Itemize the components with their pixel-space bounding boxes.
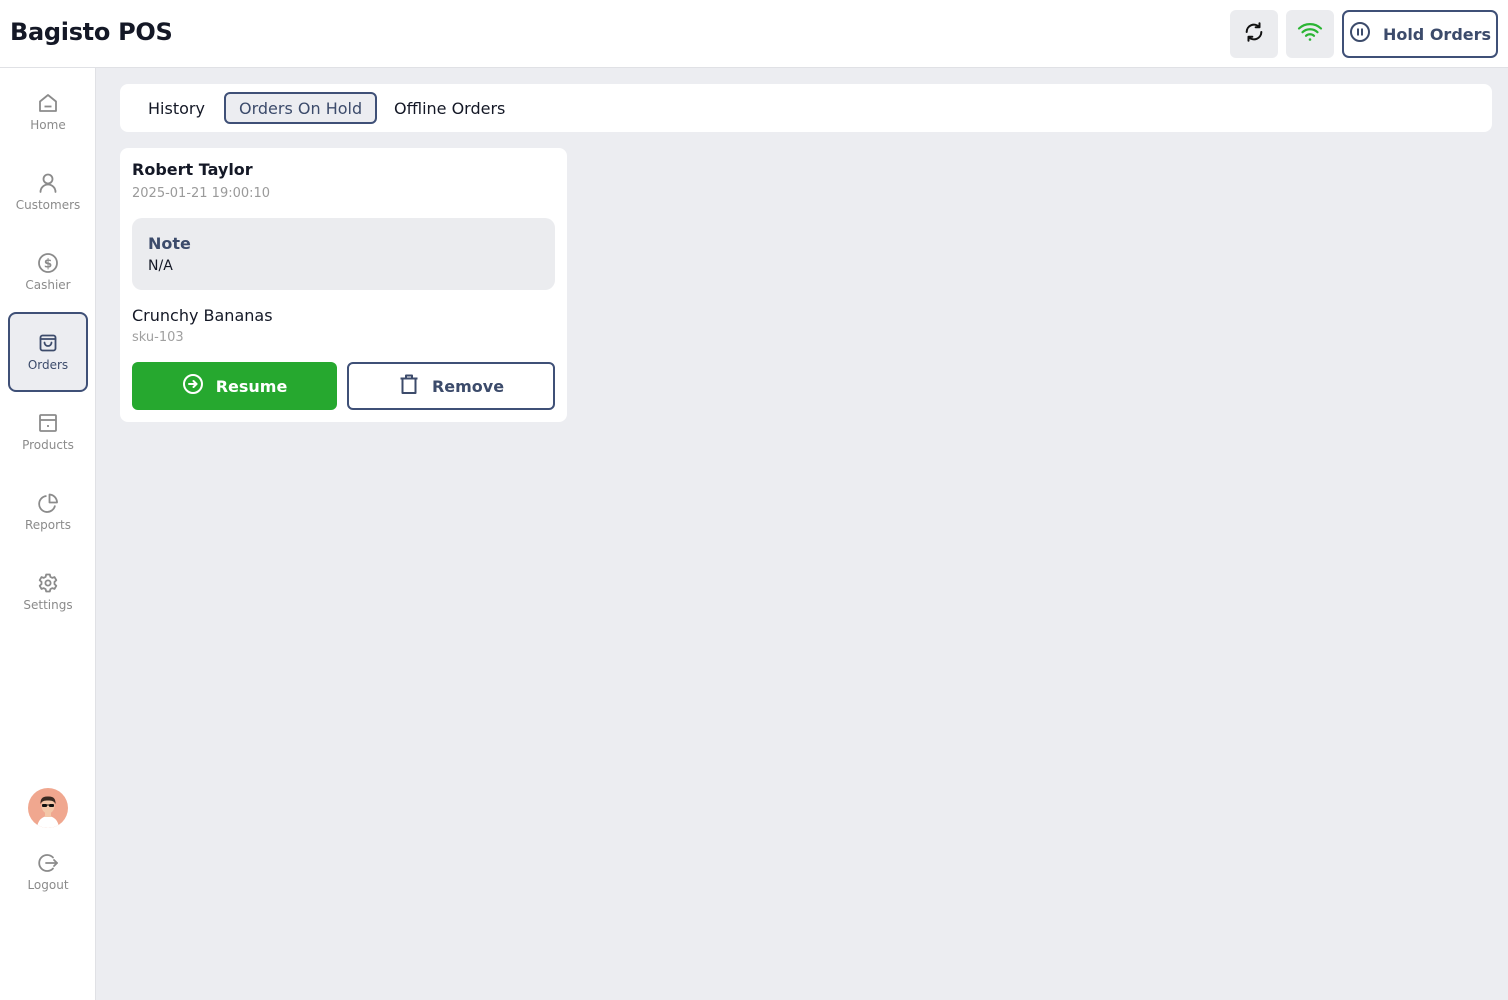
user-avatar[interactable] — [28, 788, 68, 828]
trash-icon — [398, 373, 420, 399]
remove-button[interactable]: Remove — [347, 362, 555, 410]
resume-button[interactable]: Resume — [132, 362, 337, 410]
network-status-button[interactable] — [1286, 10, 1334, 58]
logout-label: Logout — [27, 878, 69, 892]
orders-tab-bar: History Orders On Hold Offline Orders — [120, 84, 1492, 132]
resume-label: Resume — [215, 376, 288, 396]
sidebar-item-customers[interactable]: Customers — [8, 152, 88, 232]
sidebar-item-label: Settings — [23, 598, 73, 612]
shopping-bag-icon — [37, 332, 59, 354]
sidebar-item-orders[interactable]: Orders — [8, 312, 88, 392]
sidebar-item-label: Customers — [15, 198, 81, 212]
sidebar-item-label: Products — [22, 438, 74, 452]
tab-orders-on-hold[interactable]: Orders On Hold — [224, 92, 378, 124]
customer-name: Robert Taylor — [132, 160, 253, 179]
home-icon — [37, 92, 59, 114]
svg-text:$: $ — [44, 257, 52, 271]
gear-icon — [37, 572, 59, 594]
product-sku: sku-103 — [132, 330, 184, 345]
sidebar-item-products[interactable]: Products — [8, 392, 88, 472]
sidebar-item-label: Cashier — [25, 278, 71, 292]
sidebar-item-reports[interactable]: Reports — [8, 472, 88, 552]
pause-circle-icon — [1349, 21, 1371, 47]
arrow-right-circle-icon — [182, 373, 204, 399]
sidebar-item-label: Orders — [27, 358, 69, 372]
remove-label: Remove — [431, 376, 505, 396]
sidebar: Home Customers $ Cashier Orders Products… — [0, 68, 96, 1000]
sidebar-item-settings[interactable]: Settings — [8, 552, 88, 632]
hold-orders-label: Hold Orders — [1382, 24, 1492, 44]
sidebar-item-label: Home — [30, 118, 66, 132]
sidebar-item-label: Reports — [24, 518, 72, 532]
logout-button[interactable]: Logout — [8, 832, 88, 912]
note-value: N/A — [148, 258, 173, 274]
sidebar-item-cashier[interactable]: $ Cashier — [8, 232, 88, 312]
app-title: Bagisto POS — [10, 18, 173, 46]
user-icon — [37, 172, 59, 194]
box-icon — [37, 412, 59, 434]
product-name: Crunchy Bananas — [132, 306, 273, 325]
tab-offline-orders[interactable]: Offline Orders — [379, 92, 520, 124]
logout-icon — [37, 852, 59, 874]
order-timestamp: 2025-01-21 19:00:10 — [132, 186, 271, 201]
sync-icon — [1243, 21, 1265, 47]
sync-button[interactable] — [1230, 10, 1278, 58]
dollar-circle-icon: $ — [37, 252, 59, 274]
note-label: Note — [148, 234, 191, 253]
hold-orders-button[interactable]: Hold Orders — [1342, 10, 1498, 58]
held-order-card: Robert Taylor 2025-01-21 19:00:10 Note N… — [120, 148, 567, 422]
top-bar: Bagisto POS Hold Orders — [0, 0, 1508, 68]
sidebar-item-home[interactable]: Home — [8, 72, 88, 152]
order-note: Note N/A — [132, 218, 555, 290]
pie-chart-icon — [37, 492, 59, 514]
tab-history[interactable]: History — [133, 92, 220, 124]
wifi-icon — [1297, 21, 1323, 47]
